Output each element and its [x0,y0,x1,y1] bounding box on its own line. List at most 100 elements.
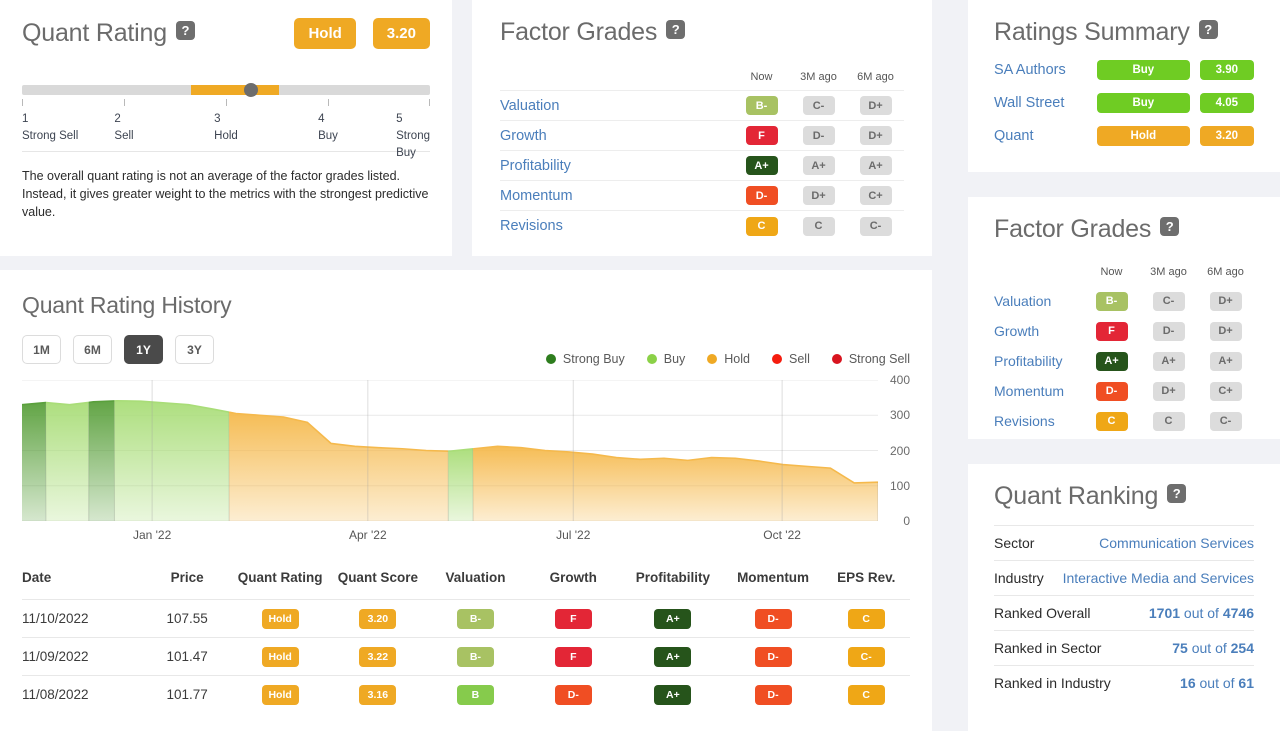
range-button-3y[interactable]: 3Y [175,335,214,364]
factor-link-profitability[interactable]: Profitability [994,353,1062,369]
rank-total: 254 [1230,640,1254,656]
grade-6m: A+ [859,156,892,176]
grade-now: B- [745,96,778,116]
cell-growth: F [554,608,592,629]
rating-history-card: Quant Rating History 1M 6M 1Y 3Y Strong … [0,270,932,731]
grade-3m: C [1152,411,1185,431]
grade-3m: C- [1152,291,1185,311]
ranking-row-industry: Industry Interactive Media and Services [994,560,1254,595]
factor-link-profitability[interactable]: Profitability [500,158,571,174]
scale-number: 2 [114,113,121,125]
ranking-label: Ranked in Sector [994,640,1102,656]
y-tick-label: 200 [889,443,910,458]
factor-link-valuation[interactable]: Valuation [994,293,1051,309]
rating-source-sa-authors[interactable]: SA Authors [994,62,1097,78]
rating-source-wall-street[interactable]: Wall Street [994,95,1097,111]
help-icon[interactable]: ? [1167,484,1187,503]
cell-date: 11/09/2022 [22,637,144,676]
table-row: Valuation B- C- D+ [500,90,904,121]
help-icon[interactable]: ? [175,21,195,40]
grade-6m: C+ [1209,381,1242,401]
cell-profitability: A+ [654,608,692,629]
ranking-row-overall: Ranked Overall 1701 out of 4746 [994,595,1254,630]
col-factor [500,71,733,91]
range-button-1m[interactable]: 1M [22,335,61,364]
grade-6m: C+ [859,186,892,206]
score-badge: 4.05 [1199,93,1254,113]
factor-link-valuation[interactable]: Valuation [500,98,559,114]
y-tick-label: 0 [903,514,910,528]
quant-rating-card: Quant Rating ? Hold 3.20 1 Strong Sell 2… [0,0,452,256]
grade-3m: C [802,216,835,236]
rating-badge: Hold [1097,126,1190,146]
legend-item: Buy [646,352,685,366]
cell-price: 101.77 [143,675,232,714]
grade-3m: D- [1152,321,1185,341]
scale-label: Strong Buy [396,130,430,159]
y-tick-label: 100 [889,478,910,493]
table-row: 11/09/2022 101.47 Hold 3.22 B- F A+ D- C… [22,637,910,676]
help-icon[interactable]: ? [1160,217,1180,236]
quant-ranking-card: Quant Ranking ? Sector Communication Ser… [968,464,1280,731]
ratings-row: Wall Street Buy 4.05 [994,93,1254,113]
grade-3m: D+ [802,186,835,206]
help-icon[interactable]: ? [666,20,686,39]
rank-total: 4746 [1222,605,1254,621]
legend-dot-sell [772,354,782,364]
ranking-row-industry-rank: Ranked in Industry 16 out of 61 [994,665,1254,700]
ranking-value: 75 out of 254 [1172,640,1254,656]
table-row: Momentum D- D+ C+ [500,180,904,211]
table-row: Revisions C C C- [994,406,1254,436]
grade-now: F [1095,321,1128,341]
col-valuation: Valuation [445,570,506,585]
grade-3m: D- [802,126,835,146]
help-icon[interactable]: ? [1198,20,1218,39]
slider-ticks [22,99,430,107]
grade-now: B- [1095,291,1128,311]
cell-profitability: A+ [654,646,692,667]
grade-6m: D+ [859,126,892,146]
factor-link-revisions[interactable]: Revisions [994,413,1055,429]
ranking-row-sector: Sector Communication Services [994,525,1254,560]
range-button-6m[interactable]: 6M [73,335,112,364]
factor-link-growth[interactable]: Growth [994,323,1039,339]
table-row: Profitability A+ A+ A+ [994,346,1254,376]
col-quant-rating: Quant Rating [237,570,323,585]
grade-6m: A+ [1209,351,1242,371]
factor-link-growth[interactable]: Growth [500,128,547,144]
table-row: Revisions C C C- [500,210,904,241]
factor-link-momentum[interactable]: Momentum [500,188,573,204]
quant-score-badge: 3.20 [372,18,430,49]
scale-label: Hold [214,130,238,142]
col-6m: 6M ago [1207,266,1244,278]
rating-history-chart[interactable]: 0 100 200 300 400 Jan '22 Apr '22 Jul '22 Oct '… [22,373,910,542]
range-button-1y[interactable]: 1Y [124,335,163,364]
sector-link[interactable]: Communication Services [1099,535,1254,551]
grade-now: A+ [1095,351,1128,371]
industry-link[interactable]: Interactive Media and Services [1063,570,1254,586]
legend-dot-buy [646,354,657,364]
cell-score: 3.22 [359,646,397,667]
scale-label: Sell [114,130,134,142]
grade-6m: C- [1209,411,1242,431]
cell-momentum: D- [754,608,792,629]
legend-label: Strong Buy [562,352,625,366]
ranking-value: 1701 out of 4746 [1149,605,1254,621]
factor-link-revisions[interactable]: Revisions [500,218,563,234]
grade-now: F [745,126,778,146]
factor-grades-table: Now 3M ago 6M ago Valuation B- C- D+ Gro… [500,71,904,241]
quant-dashboard: Quant Rating ? Hold 3.20 1 Strong Sell 2… [0,0,1280,731]
factor-grades-title: Factor Grades [500,18,658,46]
legend-item: Strong Buy [545,352,625,366]
col-3m: 3M ago [1150,266,1187,278]
quant-ranking-header: Quant Ranking ? [994,482,1254,511]
out-of-text: out of [1199,675,1235,691]
col-factor [994,266,1083,286]
factor-link-momentum[interactable]: Momentum [994,383,1064,399]
col-momentum: Momentum [737,570,810,585]
ranking-label: Ranked in Industry [994,675,1111,691]
table-row: 11/10/2022 107.55 Hold 3.20 B- F A+ D- C [22,599,910,638]
col-6m: 6M ago [857,71,894,83]
grade-6m: D+ [1209,321,1242,341]
rating-source-quant[interactable]: Quant [994,128,1097,144]
